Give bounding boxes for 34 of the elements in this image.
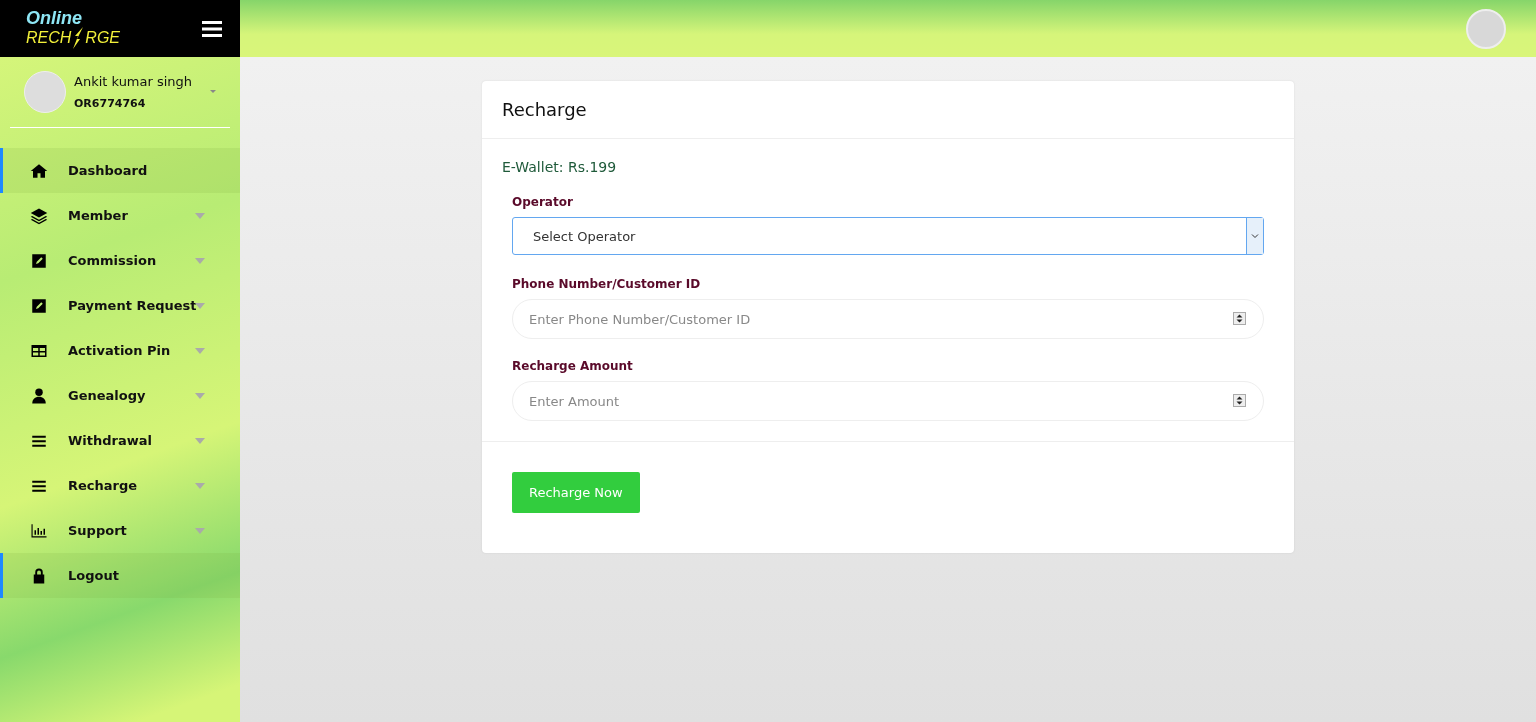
sidebar-item[interactable]: Payment Request: [0, 283, 240, 328]
spinner-icon[interactable]: [1233, 394, 1246, 407]
input-field[interactable]: Enter Amount: [512, 381, 1264, 421]
sidebar-item[interactable]: Recharge: [0, 463, 240, 508]
sidebar-item[interactable]: Member: [0, 193, 240, 238]
logo-text: Online: [26, 8, 83, 27]
wallet-balance: E-Wallet: Rs.199: [502, 159, 618, 175]
edit-icon: [30, 296, 48, 315]
sidebar-item[interactable]: Withdrawal: [0, 418, 240, 463]
sidebar-item[interactable]: Commission: [0, 238, 240, 283]
user-name: Ankit kumar singh: [74, 74, 193, 89]
logo-text: RGE: [85, 29, 120, 46]
bar-chart-icon: [30, 521, 48, 540]
sidebar-item[interactable]: Logout: [0, 553, 240, 598]
layers-icon: [30, 206, 48, 225]
field-label: Recharge Amount: [512, 359, 634, 373]
sidebar-item[interactable]: Genealogy: [0, 373, 240, 418]
field-label: Operator: [512, 195, 574, 209]
input-field[interactable]: Enter Phone Number/Customer ID: [512, 299, 1264, 339]
operator-select[interactable]: Select Operator: [512, 217, 1264, 255]
card-title: Recharge: [482, 81, 1294, 139]
field-label: Phone Number/Customer ID: [512, 277, 702, 291]
sidebar-item[interactable]: Activation Pin: [0, 328, 240, 373]
caret-icon[interactable]: [210, 90, 216, 93]
sidebar-item[interactable]: Support: [0, 508, 240, 553]
menu-icon[interactable]: [202, 19, 222, 38]
sidebar-item[interactable]: Dashboard: [0, 148, 240, 193]
logo-text: RECH: [26, 29, 72, 46]
spinner-icon[interactable]: [1233, 312, 1246, 325]
avatar: [24, 71, 66, 113]
user-id: OR6774764: [74, 97, 147, 110]
edit-icon: [30, 251, 48, 270]
user-icon: [30, 386, 48, 405]
chevron-down-icon: [1251, 233, 1259, 239]
